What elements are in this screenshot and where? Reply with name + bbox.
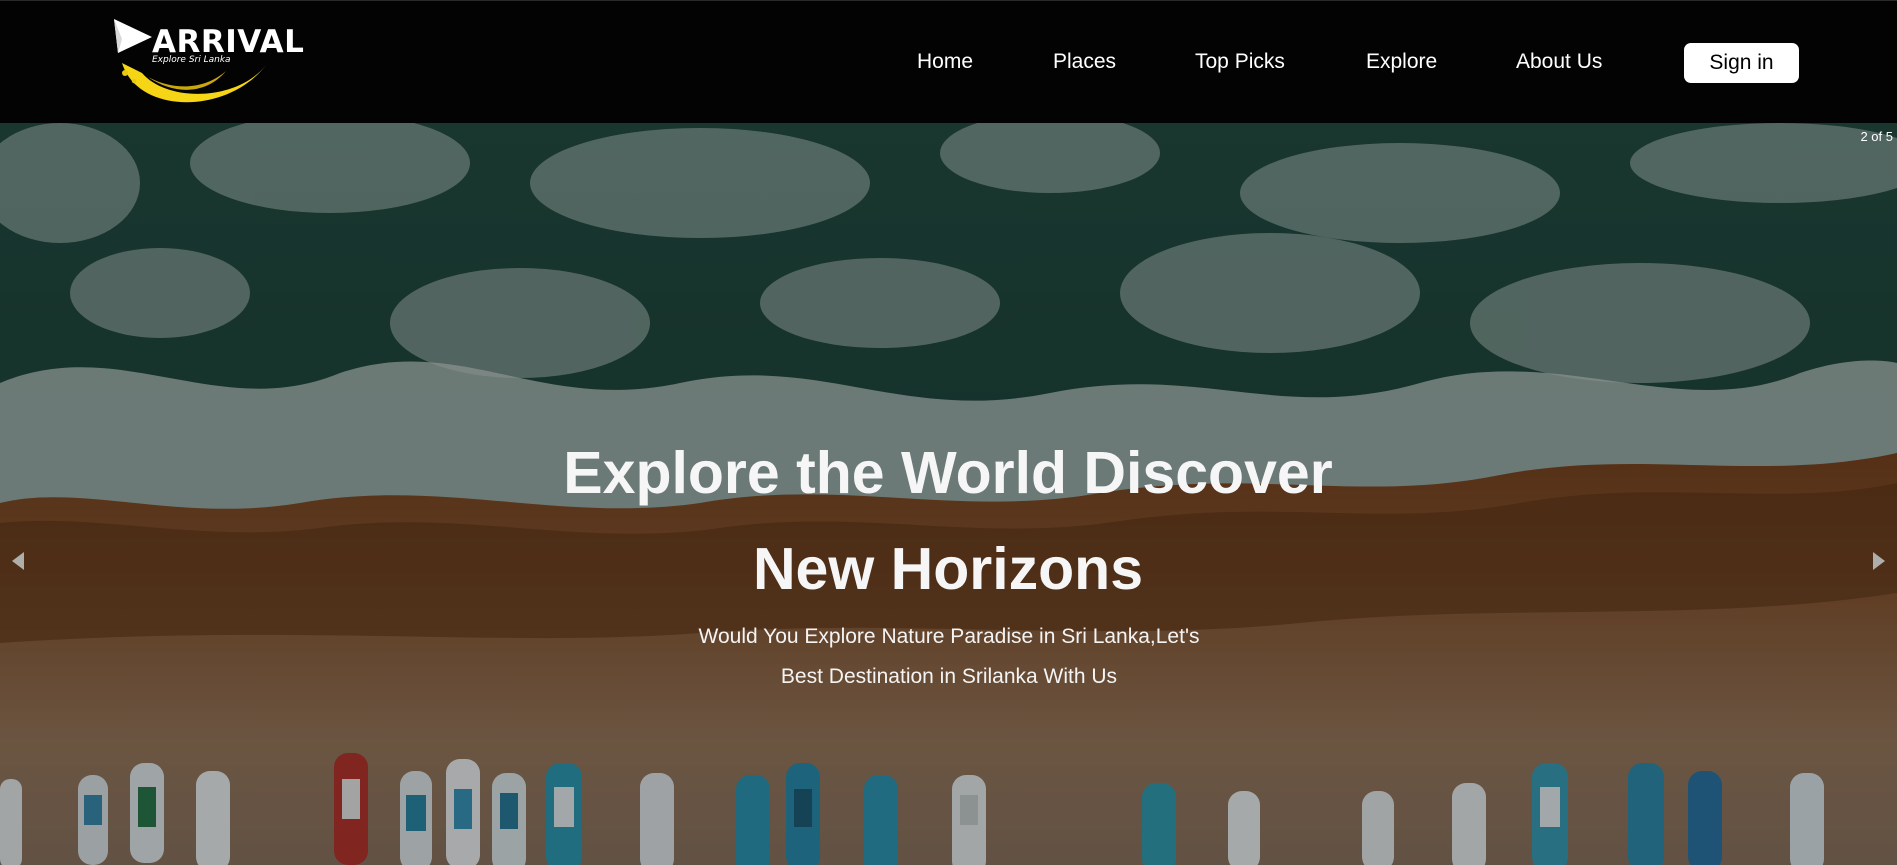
- slide-counter: 2 of 5: [1860, 129, 1893, 144]
- chevron-right-icon: [1873, 552, 1885, 570]
- hero-heading-line-1: Explore the World Discover: [563, 440, 1333, 506]
- hero-subtitle-line-2: Best Destination in Srilanka With Us: [780, 665, 1118, 688]
- nav-link-explore[interactable]: Explore: [1366, 49, 1437, 75]
- sign-in-button[interactable]: Sign in: [1684, 43, 1799, 83]
- nav-link-home[interactable]: Home: [917, 49, 973, 75]
- carousel-prev-button[interactable]: [8, 546, 28, 576]
- hero-heading-line-2: New Horizons: [752, 536, 1144, 602]
- nav-link-places[interactable]: Places: [1053, 49, 1116, 75]
- hero-subtitle-line-1: Would You Explore Nature Paradise in Sri…: [698, 625, 1200, 648]
- top-navbar: ARRIVAL Explore Sri Lanka Home Places To…: [0, 0, 1897, 123]
- hero-carousel: 2 of 5 Explore the World Discover New Ho…: [0, 123, 1897, 865]
- nav-link-about-us[interactable]: About Us: [1516, 49, 1602, 75]
- hero-subtitle: Would You Explore Nature Paradise in Sri…: [649, 617, 1249, 697]
- carousel-next-button[interactable]: [1869, 546, 1889, 576]
- chevron-left-icon: [12, 552, 24, 570]
- hero-heading: Explore the World Discover New Horizons: [448, 425, 1448, 617]
- nav-menu: Home Places Top Picks Explore About Us: [0, 1, 1897, 124]
- nav-link-top-picks[interactable]: Top Picks: [1195, 49, 1285, 75]
